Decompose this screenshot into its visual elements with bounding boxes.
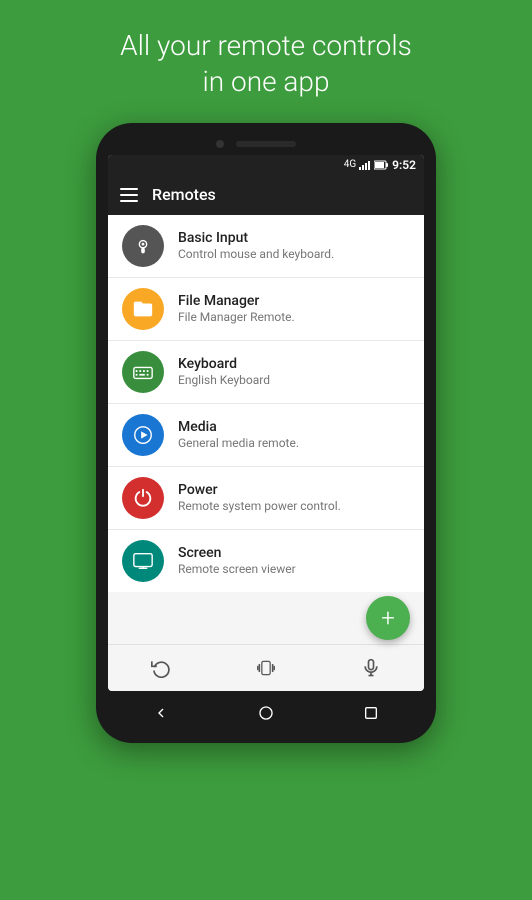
screen-icon — [122, 540, 164, 582]
phone-speaker — [236, 141, 296, 147]
app-title: Remotes — [152, 185, 216, 204]
menu-button[interactable] — [120, 188, 138, 202]
file-manager-subtitle: File Manager Remote. — [178, 310, 410, 326]
tagline-line1: All your remote controls — [120, 29, 412, 62]
phone-device: 4G 9:52 Rem — [96, 123, 436, 743]
list-item-basic-input[interactable]: Basic Input Control mouse and keyboard. — [108, 215, 424, 278]
recents-button[interactable] — [359, 701, 383, 725]
file-manager-icon — [122, 288, 164, 330]
status-bar: 4G 9:52 — [108, 155, 424, 175]
keyboard-subtitle: English Keyboard — [178, 373, 410, 389]
phone-camera — [216, 140, 224, 148]
power-text: Power Remote system power control. — [178, 481, 410, 515]
keyboard-icon — [122, 351, 164, 393]
basic-input-text: Basic Input Control mouse and keyboard. — [178, 229, 410, 263]
tagline-line2: in one app — [203, 65, 330, 98]
media-title: Media — [178, 418, 410, 436]
back-button[interactable] — [149, 701, 173, 725]
screen-text: Screen Remote screen viewer — [178, 544, 410, 578]
status-time: 9:52 — [392, 158, 416, 172]
list-item-keyboard[interactable]: Keyboard English Keyboard — [108, 341, 424, 404]
basic-input-icon — [122, 225, 164, 267]
phone-screen: 4G 9:52 Rem — [108, 155, 424, 691]
file-manager-title: File Manager — [178, 292, 410, 310]
app-bar: Remotes — [108, 175, 424, 215]
wifi-icon — [359, 160, 371, 170]
vibrate-button[interactable] — [251, 653, 281, 683]
media-text: Media General media remote. — [178, 418, 410, 452]
home-button[interactable] — [254, 701, 278, 725]
power-icon — [122, 477, 164, 519]
power-subtitle: Remote system power control. — [178, 499, 410, 515]
list-item-file-manager[interactable]: File Manager File Manager Remote. — [108, 278, 424, 341]
file-manager-text: File Manager File Manager Remote. — [178, 292, 410, 326]
media-icon — [122, 414, 164, 456]
system-nav-bar — [108, 691, 424, 731]
media-subtitle: General media remote. — [178, 436, 410, 452]
screen-title: Screen — [178, 544, 410, 562]
list-item-media[interactable]: Media General media remote. — [108, 404, 424, 467]
bottom-nav — [108, 644, 424, 691]
status-icons: 4G — [344, 159, 388, 170]
basic-input-title: Basic Input — [178, 229, 410, 247]
phone-top-bezel — [108, 135, 424, 155]
keyboard-title: Keyboard — [178, 355, 410, 373]
add-remote-fab[interactable]: + — [366, 596, 410, 640]
list-item-screen[interactable]: Screen Remote screen viewer — [108, 530, 424, 592]
keyboard-text: Keyboard English Keyboard — [178, 355, 410, 389]
screen-subtitle: Remote screen viewer — [178, 562, 410, 578]
remotes-list: Basic Input Control mouse and keyboard. … — [108, 215, 424, 592]
power-title: Power — [178, 481, 410, 499]
signal-icon: 4G — [344, 159, 356, 170]
basic-input-subtitle: Control mouse and keyboard. — [178, 247, 410, 263]
fab-area: + — [108, 592, 424, 644]
battery-icon — [374, 160, 388, 170]
mic-button[interactable] — [356, 653, 386, 683]
list-item-power[interactable]: Power Remote system power control. — [108, 467, 424, 530]
tagline: All your remote controls in one app — [80, 0, 452, 123]
refresh-button[interactable] — [146, 653, 176, 683]
